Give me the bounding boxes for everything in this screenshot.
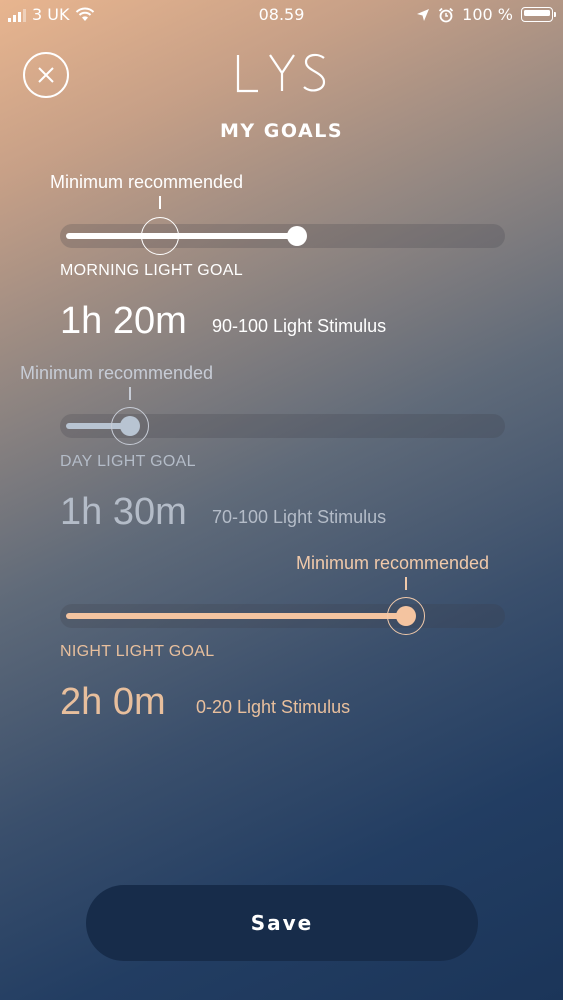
- morning-goal-duration: 1h 20m: [60, 300, 187, 342]
- alarm-icon: [439, 7, 454, 22]
- morning-slider-handle[interactable]: [287, 226, 307, 246]
- night-goal-duration: 2h 0m: [60, 681, 166, 723]
- minimum-recommended-label: Minimum recommended: [20, 363, 214, 383]
- night-goal-label: NIGHT LIGHT GOAL: [60, 643, 215, 660]
- save-button[interactable]: Save: [86, 885, 478, 961]
- day-goal-duration: 1h 30m: [60, 491, 187, 533]
- morning-goal-label: MORNING LIGHT GOAL: [60, 262, 243, 279]
- morning-slider-fill: [66, 233, 298, 239]
- page-title: MY GOALS: [219, 120, 343, 142]
- night-slider-handle[interactable]: [396, 606, 416, 626]
- day-slider-handle[interactable]: [120, 416, 140, 436]
- minimum-recommended-ring: [141, 217, 179, 255]
- battery-percent: 100 %: [462, 5, 513, 24]
- minimum-marker: [405, 577, 407, 590]
- night-light-stimulus: 0-20 Light Stimulus: [196, 697, 351, 717]
- day-goal-label: DAY LIGHT GOAL: [60, 453, 196, 470]
- night-slider-fill: [66, 613, 406, 619]
- morning-light-stimulus: 90-100 Light Stimulus: [212, 316, 387, 336]
- location-arrow-icon: [417, 8, 430, 21]
- minimum-marker: [129, 387, 131, 400]
- logo: [0, 52, 563, 98]
- minimum-recommended-label: Minimum recommended: [296, 553, 490, 573]
- minimum-marker: [159, 196, 161, 209]
- status-bar: 3 UK 08.59 100 %: [0, 0, 563, 30]
- day-light-stimulus: 70-100 Light Stimulus: [212, 507, 387, 527]
- minimum-recommended-label: Minimum recommended: [50, 172, 244, 192]
- battery-icon: [521, 7, 556, 22]
